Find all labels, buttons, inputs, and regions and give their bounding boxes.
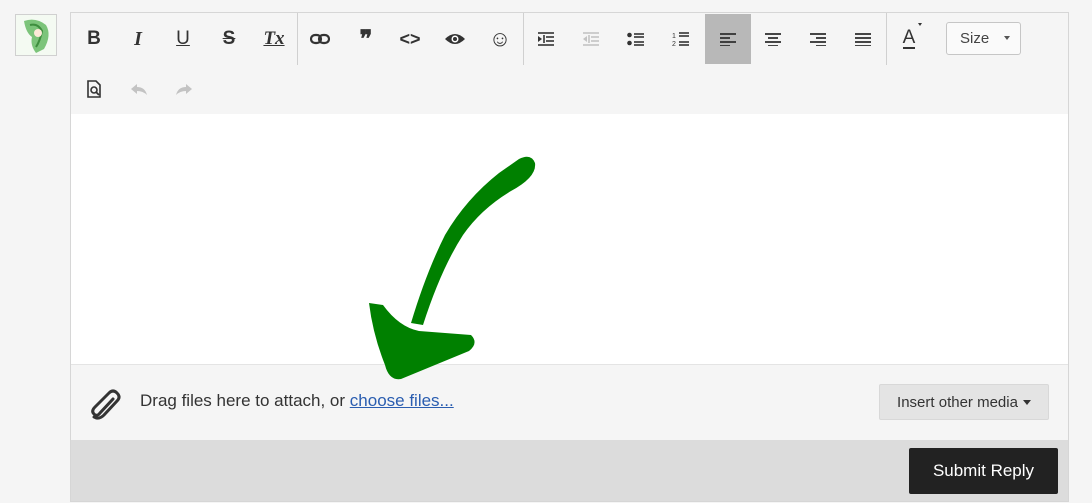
- text-color-button[interactable]: A: [887, 14, 931, 64]
- chevron-down-icon: [918, 23, 922, 26]
- numbered-list-icon: 1 2: [672, 32, 689, 47]
- editor-toolbar: B I U S Tx ❞ <> ☺ 1 2 A Size: [71, 13, 1068, 114]
- rich-text-editor: B I U S Tx ❞ <> ☺ 1 2 A Size Drag files …: [70, 12, 1069, 502]
- chevron-down-icon: [1004, 36, 1010, 40]
- paperclip-icon: [91, 389, 121, 420]
- attachment-dropzone[interactable]: Drag files here to attach, or choose fil…: [71, 364, 1068, 441]
- bullet-list-button[interactable]: [614, 14, 658, 64]
- justify-icon: [855, 33, 871, 46]
- svg-text:1: 1: [672, 33, 676, 40]
- bold-button[interactable]: B: [72, 14, 116, 64]
- smiley-icon: ☺: [488, 26, 512, 51]
- italic-icon: I: [134, 27, 142, 50]
- font-size-dropdown[interactable]: Size: [946, 22, 1021, 55]
- text-color-icon: A: [902, 27, 916, 49]
- editor-content-area[interactable]: [71, 114, 1068, 364]
- outdent-button[interactable]: [569, 14, 613, 64]
- indent-button[interactable]: [524, 14, 568, 64]
- align-center-icon: [765, 33, 781, 46]
- redo-button[interactable]: [162, 65, 206, 113]
- link-icon: [310, 33, 330, 45]
- quote-icon: ❞: [359, 25, 373, 53]
- preview-icon: [87, 80, 101, 98]
- strikethrough-button[interactable]: S: [207, 14, 251, 64]
- choose-files-link[interactable]: choose files...: [350, 391, 454, 410]
- bullet-list-icon: [627, 32, 644, 46]
- underline-button[interactable]: U: [161, 14, 205, 64]
- attach-text: Drag files here to attach, or: [140, 391, 350, 410]
- editor-footer: Submit Reply: [71, 440, 1068, 501]
- user-avatar-icon: [16, 15, 56, 55]
- align-left-button[interactable]: [705, 14, 751, 64]
- submit-reply-button[interactable]: Submit Reply: [909, 448, 1058, 494]
- remove-format-button[interactable]: Tx: [252, 14, 296, 64]
- align-left-icon: [720, 33, 736, 46]
- bold-icon: B: [87, 28, 101, 49]
- user-avatar[interactable]: [15, 14, 57, 56]
- link-button[interactable]: [298, 14, 342, 64]
- align-center-button[interactable]: [751, 14, 795, 64]
- indent-icon: [538, 32, 554, 46]
- undo-icon: [131, 84, 147, 95]
- numbered-list-button[interactable]: 1 2: [659, 14, 703, 64]
- underline-icon: U: [176, 28, 190, 49]
- emoji-button[interactable]: ☺: [478, 14, 522, 64]
- justify-button[interactable]: [841, 14, 885, 64]
- redo-icon: [176, 84, 192, 95]
- outdent-icon: [583, 32, 599, 46]
- code-icon: <>: [399, 28, 421, 49]
- undo-button[interactable]: [117, 65, 161, 113]
- font-size-label: Size: [960, 30, 990, 47]
- code-button[interactable]: <>: [388, 14, 432, 64]
- eye-icon: [445, 34, 465, 44]
- align-right-icon: [810, 33, 826, 46]
- submit-label: Submit Reply: [932, 461, 1035, 480]
- insert-media-label: Insert other media: [897, 393, 1018, 411]
- preview-button[interactable]: [72, 65, 116, 113]
- strikethrough-icon: S: [222, 28, 236, 49]
- clear-format-icon: Tx: [263, 28, 285, 49]
- insert-other-media-button[interactable]: Insert other media: [879, 384, 1049, 420]
- quote-button[interactable]: ❞: [343, 14, 387, 64]
- align-right-button[interactable]: [796, 14, 840, 64]
- attach-instructions: Drag files here to attach, or choose fil…: [140, 391, 454, 411]
- chevron-down-icon: [1022, 399, 1031, 405]
- spoiler-button[interactable]: [433, 14, 477, 64]
- svg-text:2: 2: [672, 41, 676, 47]
- italic-button[interactable]: I: [116, 14, 160, 64]
